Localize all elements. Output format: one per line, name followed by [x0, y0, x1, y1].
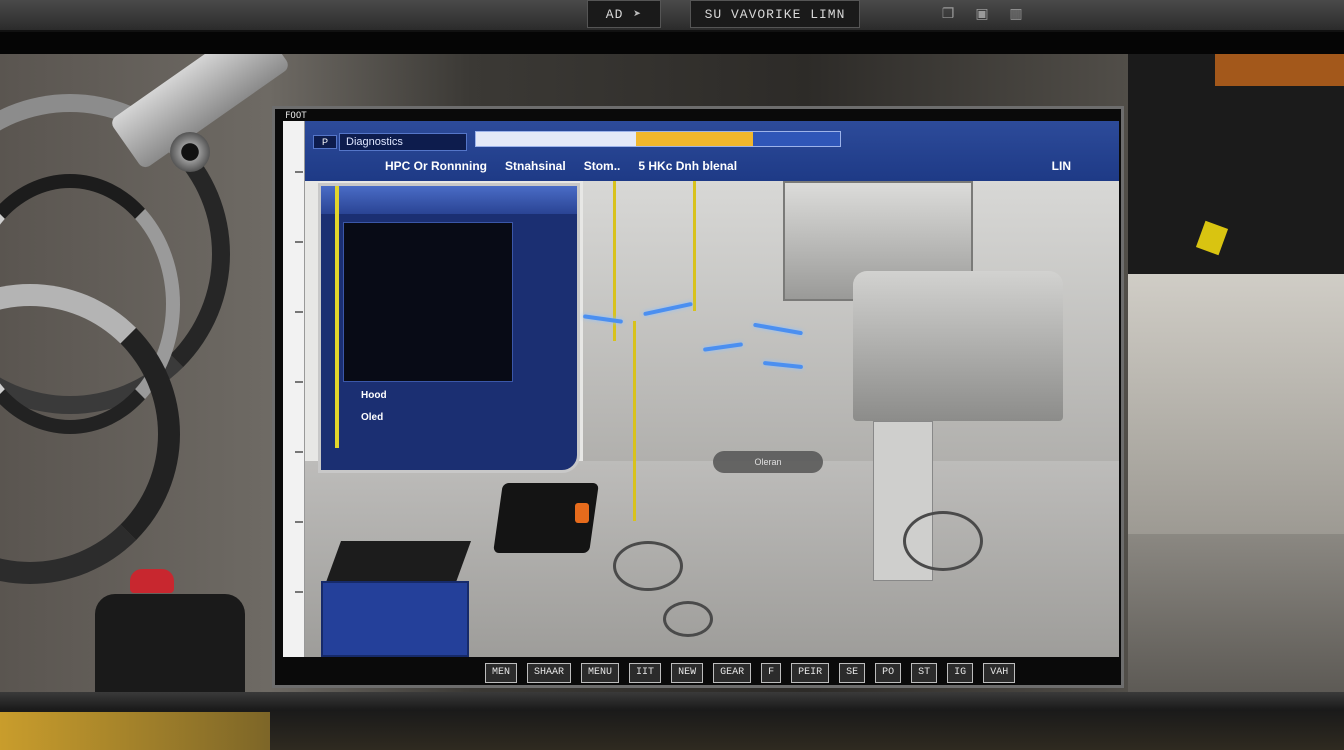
overlay-chip: Oleran	[713, 451, 823, 473]
menu-item-dial[interactable]: 5 HKc Dnh blenal	[638, 159, 737, 173]
menu-item-stop[interactable]: Stom..	[584, 159, 621, 173]
inner-window-preview	[343, 222, 513, 382]
window-icon[interactable]: ▣	[974, 4, 990, 22]
yellow-cable	[693, 181, 696, 311]
red-cap	[130, 569, 174, 593]
shadow-area	[1128, 54, 1344, 274]
bottom-toolbar-button[interactable]: VAH	[983, 663, 1016, 683]
bottom-toolbar-button[interactable]: PO	[875, 663, 902, 683]
title-toolbar-button[interactable]: SU VAVORIKE LIMN	[690, 0, 860, 28]
bottom-toolbar-button[interactable]: MENU	[581, 663, 620, 683]
inner-window[interactable]: Hood Oled	[318, 183, 580, 473]
bottom-toolbar-button[interactable]: SHAAR	[527, 663, 572, 683]
diagnostic-screen: P Diagnostics HPC Or Ronnning Stnahsinal…	[283, 121, 1119, 657]
engine-machine	[853, 271, 1063, 421]
cable-coil	[663, 601, 713, 637]
bottom-toolbar-button[interactable]: MEN	[485, 663, 518, 683]
trash-icon[interactable]: ▥	[1008, 4, 1024, 22]
engine-housing	[95, 594, 245, 692]
bottom-toolbar-button[interactable]: IIT	[629, 663, 662, 683]
system-top-bar: AD ➤ SU VAVORIKE LIMN ❐ ▣ ▥	[0, 0, 1344, 32]
title-field[interactable]: Diagnostics	[339, 133, 467, 151]
monitor-tag: FOOT	[285, 111, 307, 121]
yellow-desk-object	[0, 712, 270, 750]
bench-panel	[1128, 274, 1344, 534]
bench-machine	[321, 581, 469, 657]
workshop-floor	[1128, 534, 1344, 692]
header-right-label[interactable]: LIN	[1052, 159, 1071, 173]
monitor: FOOT P Diagnostics HPC Or Ronnning Stnah…	[272, 106, 1124, 688]
menu-row: HPC Or Ronnning Stnahsinal Stom.. 5 HKc …	[385, 159, 737, 173]
app-menu-icon[interactable]: P	[313, 135, 337, 149]
play-arrow-icon: ➤	[633, 6, 643, 22]
progress-bar	[475, 131, 841, 147]
bottom-toolbar-button[interactable]: ST	[911, 663, 938, 683]
tool-latch	[575, 503, 589, 523]
rail-tick	[295, 311, 303, 313]
rail-tick	[295, 591, 303, 593]
inner-window-label-1: Hood	[361, 390, 387, 401]
left-rail	[283, 121, 305, 657]
rail-tick	[295, 521, 303, 523]
bottom-toolbar-button[interactable]: SE	[839, 663, 866, 683]
progress-fill-accent	[636, 132, 753, 146]
orange-object	[1215, 54, 1344, 86]
bottom-toolbar-button[interactable]: GEAR	[713, 663, 752, 683]
menu-item-running[interactable]: HPC Or Ronnning	[385, 159, 487, 173]
bottom-toolbar-button[interactable]: NEW	[671, 663, 704, 683]
rail-tick	[295, 451, 303, 453]
inner-window-label-2: Oled	[361, 412, 384, 423]
inner-window-accent-bar	[335, 186, 339, 448]
bottom-toolbar: MEN SHAAR MENU IIT NEW GEAR F PEIR SE PO ST IG VAH	[485, 663, 1016, 683]
yellow-cable	[633, 321, 636, 521]
bolt	[170, 132, 210, 172]
rail-tick	[295, 241, 303, 243]
inner-window-titlebar[interactable]	[321, 186, 577, 214]
copy-icon[interactable]: ❐	[940, 4, 956, 22]
bottom-toolbar-button[interactable]: PEIR	[791, 663, 830, 683]
yellow-cable	[613, 181, 616, 341]
rail-tick	[295, 171, 303, 173]
left-toolbar-label: AD	[605, 6, 624, 22]
toolbar-icon-group: ❐ ▣ ▥	[940, 4, 1024, 22]
progress-fill-primary	[476, 132, 637, 146]
divider-band	[0, 32, 1344, 54]
cable-coil	[613, 541, 683, 591]
menu-item-signal[interactable]: Stnahsinal	[505, 159, 566, 173]
rail-tick	[295, 381, 303, 383]
app-header: P Diagnostics HPC Or Ronnning Stnahsinal…	[305, 121, 1119, 181]
bottom-toolbar-button[interactable]: IG	[947, 663, 974, 683]
left-toolbar-button[interactable]: AD ➤	[587, 0, 661, 28]
title-toolbar-label: SU VAVORIKE LIMN	[704, 6, 846, 22]
cable-coil	[903, 511, 983, 571]
bench-machine-top	[324, 541, 472, 585]
bottom-toolbar-button[interactable]: F	[761, 663, 782, 683]
